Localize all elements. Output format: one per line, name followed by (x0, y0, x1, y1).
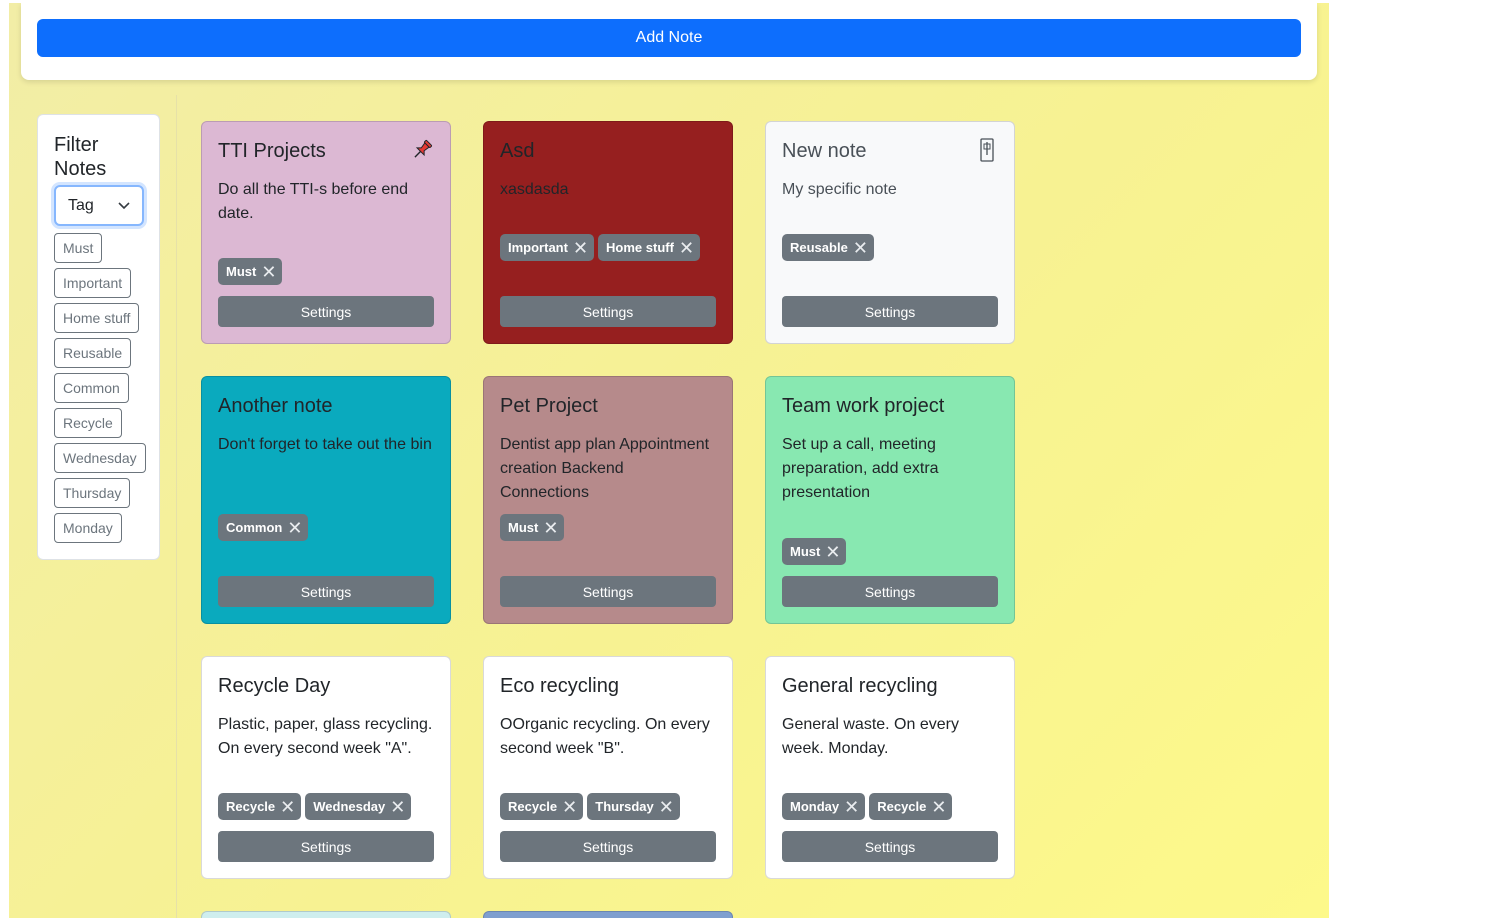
note-tag: Recycle ✕ (869, 793, 953, 820)
settings-button[interactable]: Settings (500, 831, 716, 862)
filter-tag-reusable[interactable]: Reusable (54, 338, 132, 368)
note-title: Team work project (782, 395, 945, 417)
note-card: Recycle Day Plastic, paper, glass recycl… (201, 656, 451, 879)
note-title: Eco recycling (500, 675, 619, 697)
filter-tag-monday[interactable]: Monday (54, 513, 122, 543)
note-title: General recycling (782, 675, 938, 697)
note-body: xasdasda (500, 181, 569, 198)
note-tags: Important ✕ Home stuff ✕ (500, 234, 701, 261)
remove-tag-icon[interactable]: ✕ (573, 239, 588, 257)
pin-icon[interactable] (410, 138, 434, 162)
note-card: TTI Projects Do all the TTI-s before end… (201, 121, 451, 344)
note-title: TTI Projects (218, 140, 326, 162)
settings-button[interactable]: Settings (782, 576, 998, 607)
filter-panel: Filter Notes Tag Must Important Home stu… (37, 114, 160, 560)
remove-tag-icon[interactable]: ✕ (280, 798, 295, 816)
note-tag: Must ✕ (500, 514, 565, 541)
settings-button[interactable]: Settings (782, 296, 998, 327)
note-body: Do all the TTI-s before end date. (218, 181, 409, 222)
filter-tag-home-stuff[interactable]: Home stuff (54, 303, 140, 333)
note-tag: Recycle ✕ (500, 793, 584, 820)
note-card: Team work project Set up a call, meeting… (765, 376, 1015, 624)
tag-select-value: Tag (68, 197, 94, 214)
note-card: New note My specific note Reusable ✕ Sett… (765, 121, 1015, 344)
note-title: Asd (500, 140, 535, 162)
note-body: Plastic, paper, glass recycling. On ever… (218, 716, 433, 757)
note-tag: Must ✕ (218, 258, 283, 285)
note-title: New note (782, 140, 867, 162)
note-body: General waste. On every week. Monday. (782, 716, 959, 757)
remove-tag-icon[interactable]: ✕ (659, 798, 674, 816)
filter-tag-common[interactable]: Common (54, 373, 129, 403)
remove-tag-icon[interactable]: ✕ (931, 798, 946, 816)
settings-button[interactable]: Settings (500, 576, 716, 607)
note-tag: Recycle ✕ (218, 793, 302, 820)
filter-tag-thursday[interactable]: Thursday (54, 478, 131, 508)
settings-button[interactable]: Settings (500, 296, 716, 327)
note-body: Set up a call, meeting preparation, add … (782, 436, 939, 501)
note-tags: Recycle ✕ Wednesday ✕ (218, 793, 412, 820)
remove-tag-icon[interactable]: ✕ (390, 798, 405, 816)
note-tags: Recycle ✕ Thursday ✕ (500, 793, 680, 820)
note-tag: Common ✕ (218, 514, 309, 541)
note-title: Recycle Day (218, 675, 331, 697)
filter-tag-recycle[interactable]: Recycle (54, 408, 122, 438)
note-body: Dentist app plan Appointment creation Ba… (500, 436, 710, 501)
note-title: Another note (218, 395, 333, 417)
note-tag: Wednesday ✕ (305, 793, 412, 820)
note-card: Another note Don't forget to take out th… (201, 376, 451, 624)
remove-tag-icon[interactable]: ✕ (679, 239, 694, 257)
note-tag: Home stuff ✕ (598, 234, 701, 261)
note-card-partial (201, 911, 451, 918)
filter-tag-important[interactable]: Important (54, 268, 132, 298)
note-tag: Important ✕ (500, 234, 595, 261)
note-tag: Reusable ✕ (782, 234, 874, 261)
remove-tag-icon[interactable]: ✕ (543, 519, 558, 537)
settings-button[interactable]: Settings (218, 831, 434, 862)
note-card: Pet Project Dentist app plan Appointment… (483, 376, 733, 624)
remove-tag-icon[interactable]: ✕ (825, 543, 840, 561)
note-body: OOrganic recycling. On every second week… (500, 716, 710, 757)
note-title: Pet Project (500, 395, 598, 417)
column-divider (176, 95, 177, 918)
remove-tag-icon[interactable]: ✕ (844, 798, 859, 816)
filter-tag-wednesday[interactable]: Wednesday (54, 443, 146, 473)
note-card: Asd xasdasda Important ✕ Home stuff ✕ Sett… (483, 121, 733, 344)
note-tags: Monday ✕ Recycle ✕ (782, 793, 953, 820)
settings-button[interactable]: Settings (782, 831, 998, 862)
note-tags: Must ✕ (500, 514, 565, 541)
note-tags: Reusable ✕ (782, 234, 874, 261)
app-background: Add Note Filter Notes Tag Must Important… (9, 3, 1329, 918)
remove-tag-icon[interactable]: ✕ (853, 239, 868, 257)
note-tags: Common ✕ (218, 514, 309, 541)
note-card: Eco recycling OOrganic recycling. On eve… (483, 656, 733, 879)
remove-tag-icon[interactable]: ✕ (261, 263, 276, 281)
chevron-down-icon (118, 202, 130, 210)
add-note-card: Add Note (21, 3, 1317, 80)
tag-select[interactable]: Tag (54, 185, 144, 226)
filter-title: Filter Notes (54, 134, 107, 180)
note-card-partial (483, 911, 733, 918)
note-tags: Must ✕ (782, 538, 847, 565)
note-card: General recycling General waste. On ever… (765, 656, 1015, 879)
settings-button[interactable]: Settings (218, 296, 434, 327)
note-body: My specific note (782, 181, 897, 198)
remove-tag-icon[interactable]: ✕ (287, 519, 302, 537)
settings-button[interactable]: Settings (218, 576, 434, 607)
note-tag: Must ✕ (782, 538, 847, 565)
remove-tag-icon[interactable]: ✕ (562, 798, 577, 816)
note-tags: Must ✕ (218, 258, 283, 285)
note-body: Don't forget to take out the bin (218, 436, 432, 453)
filter-tag-must[interactable]: Must (54, 233, 103, 263)
add-note-button[interactable]: Add Note (37, 19, 1301, 57)
note-tag: Monday ✕ (782, 793, 866, 820)
note-tag: Thursday ✕ (587, 793, 680, 820)
pin-outline-icon[interactable] (976, 138, 998, 162)
